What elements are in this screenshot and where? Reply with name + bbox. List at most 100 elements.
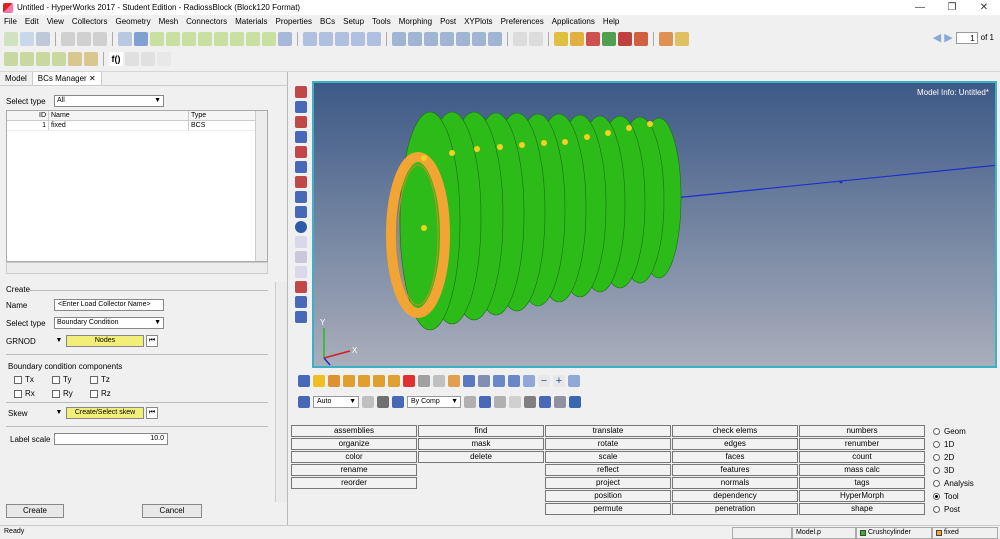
tx-checkbox[interactable]: Tx bbox=[14, 375, 34, 384]
menu-connectors[interactable]: Connectors bbox=[182, 17, 231, 26]
page-next-icon[interactable]: ▶ bbox=[944, 31, 952, 44]
screenshot-icon[interactable] bbox=[93, 32, 107, 46]
select-type-dropdown[interactable]: All ▼ bbox=[54, 95, 164, 107]
radio-2d[interactable]: 2D bbox=[933, 453, 954, 462]
column-id[interactable]: ID bbox=[7, 111, 49, 120]
translate-button[interactable]: translate bbox=[545, 425, 671, 437]
menu-post[interactable]: Post bbox=[436, 17, 460, 26]
window-layout-3-icon[interactable] bbox=[424, 32, 438, 46]
entity-display-3-icon[interactable] bbox=[295, 116, 307, 128]
menu-file[interactable]: File bbox=[0, 17, 21, 26]
ty-checkbox[interactable]: Ty bbox=[52, 375, 71, 384]
window-layout-5-icon[interactable] bbox=[456, 32, 470, 46]
collector-name-field[interactable]: <Enter Load Collector Name> bbox=[54, 299, 164, 311]
view-left-icon[interactable] bbox=[134, 32, 148, 46]
grnod-dropdown-icon[interactable]: ▼ bbox=[54, 335, 64, 347]
rotate-view-icon[interactable] bbox=[278, 32, 292, 46]
entity-display-1-icon[interactable] bbox=[295, 86, 307, 98]
plus-icon[interactable]: + bbox=[553, 375, 565, 387]
skew-dropdown-icon[interactable]: ▼ bbox=[54, 407, 64, 419]
window-layout-2-icon[interactable] bbox=[408, 32, 422, 46]
cut-icon[interactable] bbox=[125, 52, 139, 66]
function-icon[interactable]: f() bbox=[109, 52, 123, 66]
color-mode-dropdown[interactable]: By Comp ▼ bbox=[407, 396, 461, 408]
page-number-field[interactable]: 1 bbox=[955, 31, 978, 44]
tags-button[interactable]: tags bbox=[799, 477, 925, 489]
entity-display-2-icon[interactable] bbox=[295, 101, 307, 113]
surface-icon[interactable] bbox=[524, 396, 536, 408]
penetration-button[interactable]: penetration bbox=[672, 503, 798, 515]
open-model-icon[interactable] bbox=[20, 32, 34, 46]
element-icon[interactable] bbox=[539, 396, 551, 408]
rotate-icon[interactable] bbox=[351, 32, 365, 46]
measure-icon[interactable] bbox=[295, 251, 307, 263]
loadstep-icon[interactable] bbox=[602, 32, 616, 46]
reset-skew-icon[interactable]: ⏮ bbox=[146, 407, 158, 419]
tz-checkbox[interactable]: Tz bbox=[90, 375, 110, 384]
loadcol-icon[interactable] bbox=[586, 32, 600, 46]
ppt-icon[interactable] bbox=[634, 32, 648, 46]
entity-display-8-icon[interactable] bbox=[295, 191, 307, 203]
lasso-icon[interactable] bbox=[362, 396, 374, 408]
dependency-button[interactable]: dependency bbox=[672, 490, 798, 502]
menu-xyplots[interactable]: XYPlots bbox=[460, 17, 496, 26]
assembly-icon[interactable] bbox=[570, 32, 584, 46]
status-component[interactable]: Crushcylinder bbox=[856, 527, 932, 539]
check-elems-button[interactable]: check elems bbox=[672, 425, 798, 437]
undo-icon[interactable] bbox=[513, 32, 527, 46]
radio-tool[interactable]: Tool bbox=[933, 492, 959, 501]
entity-display-6-icon[interactable] bbox=[295, 161, 307, 173]
menu-geometry[interactable]: Geometry bbox=[111, 17, 154, 26]
table-vertical-scrollbar[interactable] bbox=[255, 111, 267, 261]
radio-3d[interactable]: 3D bbox=[933, 466, 954, 475]
user-icon[interactable] bbox=[659, 32, 673, 46]
count-button[interactable]: count bbox=[799, 451, 925, 463]
wireframe-icon[interactable] bbox=[464, 396, 476, 408]
minus-icon[interactable]: − bbox=[538, 375, 550, 387]
label-scale-field[interactable]: 10.0 bbox=[54, 433, 168, 445]
menu-applications[interactable]: Applications bbox=[548, 17, 599, 26]
window-layout-6-icon[interactable] bbox=[472, 32, 486, 46]
delete-x-icon[interactable] bbox=[403, 375, 415, 387]
monitor-icon[interactable] bbox=[569, 396, 581, 408]
collector-6-icon[interactable] bbox=[84, 52, 98, 66]
menu-properties[interactable]: Properties bbox=[272, 17, 316, 26]
copy-icon[interactable] bbox=[141, 52, 155, 66]
zoom-window-icon[interactable] bbox=[319, 32, 333, 46]
menu-setup[interactable]: Setup bbox=[339, 17, 368, 26]
entity-display-5-icon[interactable] bbox=[295, 146, 307, 158]
cancel-button[interactable]: Cancel bbox=[142, 504, 202, 518]
entity-display-4-icon[interactable] bbox=[295, 131, 307, 143]
renumber-button[interactable]: renumber bbox=[799, 438, 925, 450]
collector-4-icon[interactable] bbox=[52, 52, 66, 66]
status-model[interactable]: Model.p bbox=[792, 527, 856, 539]
reflect-button[interactable]: reflect bbox=[545, 464, 671, 476]
cube-shaded-icon[interactable] bbox=[392, 396, 404, 408]
entity-display-7-icon[interactable] bbox=[295, 176, 307, 188]
rename-button[interactable]: rename bbox=[291, 464, 417, 476]
view-axes-8-icon[interactable] bbox=[262, 32, 276, 46]
radio-geom[interactable]: Geom bbox=[933, 427, 966, 436]
spin-icon[interactable] bbox=[367, 32, 381, 46]
zoom-icon[interactable] bbox=[118, 32, 132, 46]
window-layout-1-icon[interactable] bbox=[392, 32, 406, 46]
ry-checkbox[interactable]: Ry bbox=[52, 389, 73, 398]
bug-icon[interactable] bbox=[448, 375, 460, 387]
menu-tools[interactable]: Tools bbox=[368, 17, 395, 26]
line-icon[interactable] bbox=[509, 396, 521, 408]
menu-morphing[interactable]: Morphing bbox=[395, 17, 436, 26]
graphics-viewport[interactable]: Model Info: Untitled* Y X bbox=[312, 81, 997, 368]
radio-post[interactable]: Post bbox=[933, 505, 960, 514]
maximize-icon[interactable]: ❐ bbox=[936, 0, 968, 15]
component-icon[interactable] bbox=[554, 32, 568, 46]
find-button[interactable]: find bbox=[418, 425, 544, 437]
menu-collectors[interactable]: Collectors bbox=[68, 17, 112, 26]
collector-2-icon[interactable] bbox=[20, 52, 34, 66]
undo-view-icon[interactable] bbox=[568, 375, 580, 387]
window-layout-4-icon[interactable] bbox=[440, 32, 454, 46]
faces-button[interactable]: faces bbox=[672, 451, 798, 463]
column-name[interactable]: Name bbox=[49, 111, 189, 120]
menu-edit[interactable]: Edit bbox=[21, 17, 43, 26]
view-axes-7-icon[interactable] bbox=[246, 32, 260, 46]
hypermorph-button[interactable]: HyperMorph bbox=[799, 490, 925, 502]
